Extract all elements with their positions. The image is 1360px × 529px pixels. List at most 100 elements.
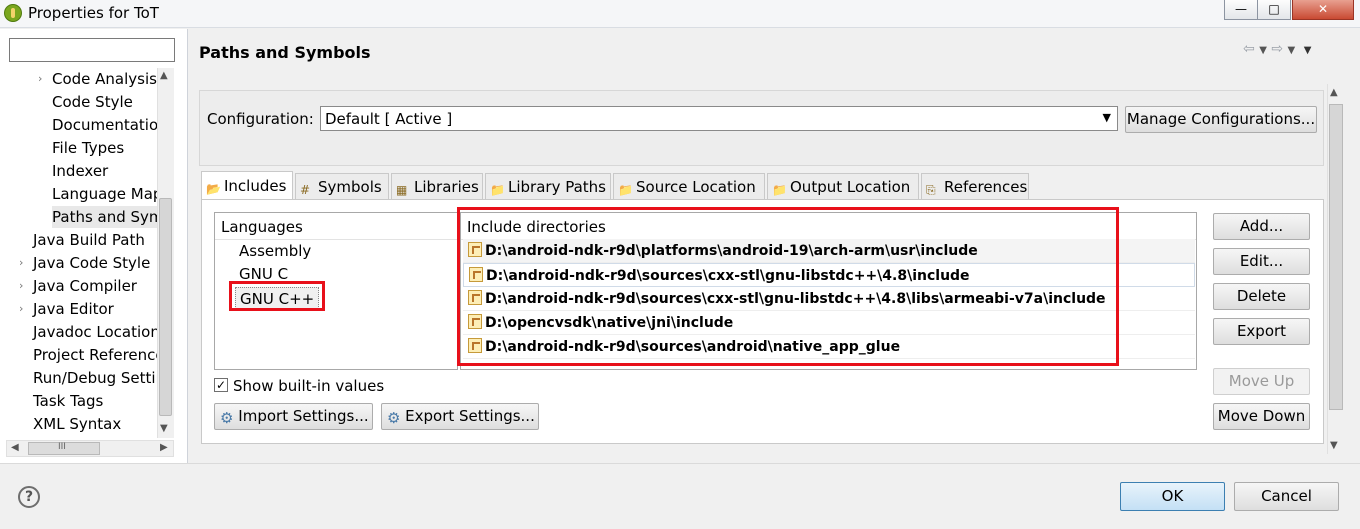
languages-header: Languages (215, 215, 457, 240)
nav-item[interactable]: Javadoc Location (33, 321, 157, 343)
window-title: Properties for ToT (28, 4, 159, 22)
nav-item-label: Language Mappings (52, 185, 157, 203)
ok-button[interactable]: OK (1120, 482, 1225, 511)
nav-item[interactable]: Indexer (52, 160, 108, 182)
dropdown-arrow-icon: ▼ (1102, 111, 1111, 124)
back-menu-icon[interactable]: ▼ (1259, 45, 1267, 56)
highlight-box-language (229, 281, 325, 311)
tab-library-paths[interactable]: 📁 Library Paths (485, 173, 611, 199)
filter-input[interactable] (9, 38, 175, 62)
highlight-box-includes (457, 207, 1119, 366)
folder-icon: 📁 (490, 183, 505, 197)
export-button[interactable]: Export (1213, 318, 1310, 345)
nav-item[interactable]: › Java Code Style (19, 252, 151, 274)
move-up-button[interactable]: Move Up (1213, 368, 1310, 395)
nav-item-label: XML Syntax (33, 415, 122, 433)
tab-output-location[interactable]: 📁 Output Location (767, 173, 919, 199)
nav-item[interactable]: Java Build Path (33, 229, 145, 251)
nav-item[interactable]: Documentation (52, 114, 157, 136)
tab-label: References (944, 178, 1028, 196)
tab-label: Includes (224, 177, 287, 195)
export-settings-label: Export Settings... (405, 407, 535, 425)
forward-arrow-icon[interactable]: ⇨ (1271, 41, 1283, 57)
tab-libraries[interactable]: ▦ Libraries (391, 173, 483, 199)
minimize-button[interactable]: — (1224, 0, 1258, 20)
view-menu-icon[interactable]: ▼ (1304, 45, 1312, 56)
nav-item[interactable]: Paths and Symbols (52, 206, 157, 228)
nav-item-label: Code Style (52, 93, 133, 111)
nav-item-label: Java Build Path (33, 231, 145, 249)
nav-item[interactable]: › Code Analysis (38, 68, 157, 90)
nav-item[interactable]: Language Mappings (52, 183, 157, 205)
tab-label: Library Paths (508, 178, 606, 196)
cancel-button[interactable]: Cancel (1234, 482, 1339, 511)
tab-includes[interactable]: 📂 Includes (201, 171, 293, 199)
scroll-left-icon[interactable]: ◀ (11, 442, 19, 453)
hash-icon: # (300, 183, 311, 197)
tab-symbols[interactable]: # Symbols (295, 173, 389, 199)
nav-item-label: Project References (33, 346, 157, 364)
scroll-down-icon[interactable]: ▼ (160, 423, 168, 434)
nav-item-label: Task Tags (33, 392, 104, 410)
nav-tree: › Code Analysis Code Style Documentation Fil… (0, 68, 157, 438)
nav-item[interactable]: XML Syntax (33, 413, 121, 435)
nav-item-label: Documentation (52, 116, 157, 134)
edit-button[interactable]: Edit... (1213, 248, 1310, 275)
import-settings-label: Import Settings... (238, 407, 369, 425)
manage-configurations-button[interactable]: Manage Configurations... (1125, 106, 1317, 133)
page-title: Paths and Symbols (199, 43, 371, 62)
nav-item-label: Run/Debug Settings (33, 369, 157, 387)
add-button[interactable]: Add... (1213, 213, 1310, 240)
folder-icon: 📁 (772, 183, 787, 197)
nav-item-label: Javadoc Location (33, 323, 157, 341)
tab-label: Libraries (414, 178, 479, 196)
nav-scroll-thumb[interactable] (159, 198, 172, 416)
show-builtin-checkbox[interactable]: ✓ (214, 378, 228, 392)
scroll-up-icon[interactable]: ▲ (160, 70, 168, 81)
nav-item-label: File Types (52, 139, 125, 157)
scroll-grip: III (58, 442, 66, 452)
configuration-select[interactable]: Default [ Active ] ▼ (320, 106, 1118, 131)
expand-arrow-icon[interactable]: › (19, 275, 23, 297)
close-button[interactable]: ✕ (1292, 0, 1354, 20)
import-settings-button[interactable]: ⚙ Import Settings... (214, 403, 373, 430)
delete-button[interactable]: Delete (1213, 283, 1310, 310)
main-scroll-thumb[interactable] (1329, 104, 1343, 410)
expand-arrow-icon[interactable]: › (38, 68, 42, 90)
nav-item-label: Java Code Style (33, 254, 151, 272)
expand-arrow-icon[interactable]: › (19, 298, 23, 320)
title-bar (0, 0, 1360, 28)
expand-arrow-icon[interactable]: › (19, 252, 23, 274)
nav-item[interactable]: Task Tags (33, 390, 103, 412)
maximize-button[interactable]: □ (1257, 0, 1291, 20)
export-settings-icon: ⚙ (387, 409, 401, 427)
nav-item-label: Java Compiler (33, 277, 137, 295)
configuration-value: Default [ Active ] (325, 110, 453, 128)
move-down-button[interactable]: Move Down (1213, 403, 1310, 430)
forward-menu-icon[interactable]: ▼ (1288, 45, 1296, 56)
scroll-right-icon[interactable]: ▶ (160, 442, 168, 453)
nav-item[interactable]: › Java Compiler (19, 275, 137, 297)
nav-item[interactable]: Code Style (52, 91, 133, 113)
back-arrow-icon[interactable]: ⇦ (1243, 41, 1255, 57)
includes-icon: 📂 (206, 182, 221, 196)
tab-label: Symbols (318, 178, 382, 196)
main-scroll-down-icon[interactable]: ▼ (1330, 440, 1338, 451)
import-settings-icon: ⚙ (220, 409, 234, 427)
tab-label: Source Location (636, 178, 756, 196)
nav-item-label: Indexer (52, 162, 109, 180)
show-builtin-label: Show built-in values (233, 377, 385, 395)
export-settings-button[interactable]: ⚙ Export Settings... (381, 403, 539, 430)
nav-item[interactable]: Project References (33, 344, 157, 366)
history-nav: ⇦ ▼ ⇨ ▼ ▼ (1243, 41, 1311, 57)
reference-icon: ⎘ (926, 183, 936, 197)
tab-source-location[interactable]: 📁 Source Location (613, 173, 765, 199)
nav-item[interactable]: › Java Editor (19, 298, 114, 320)
language-item-assembly[interactable]: Assembly (239, 240, 311, 262)
nav-item[interactable]: File Types (52, 137, 124, 159)
help-icon[interactable]: ? (18, 486, 40, 508)
main-scroll-up-icon[interactable]: ▲ (1330, 87, 1338, 98)
configuration-label: Configuration: (207, 110, 314, 128)
nav-item[interactable]: Run/Debug Settings (33, 367, 157, 389)
tab-references[interactable]: ⎘ References (921, 173, 1029, 199)
